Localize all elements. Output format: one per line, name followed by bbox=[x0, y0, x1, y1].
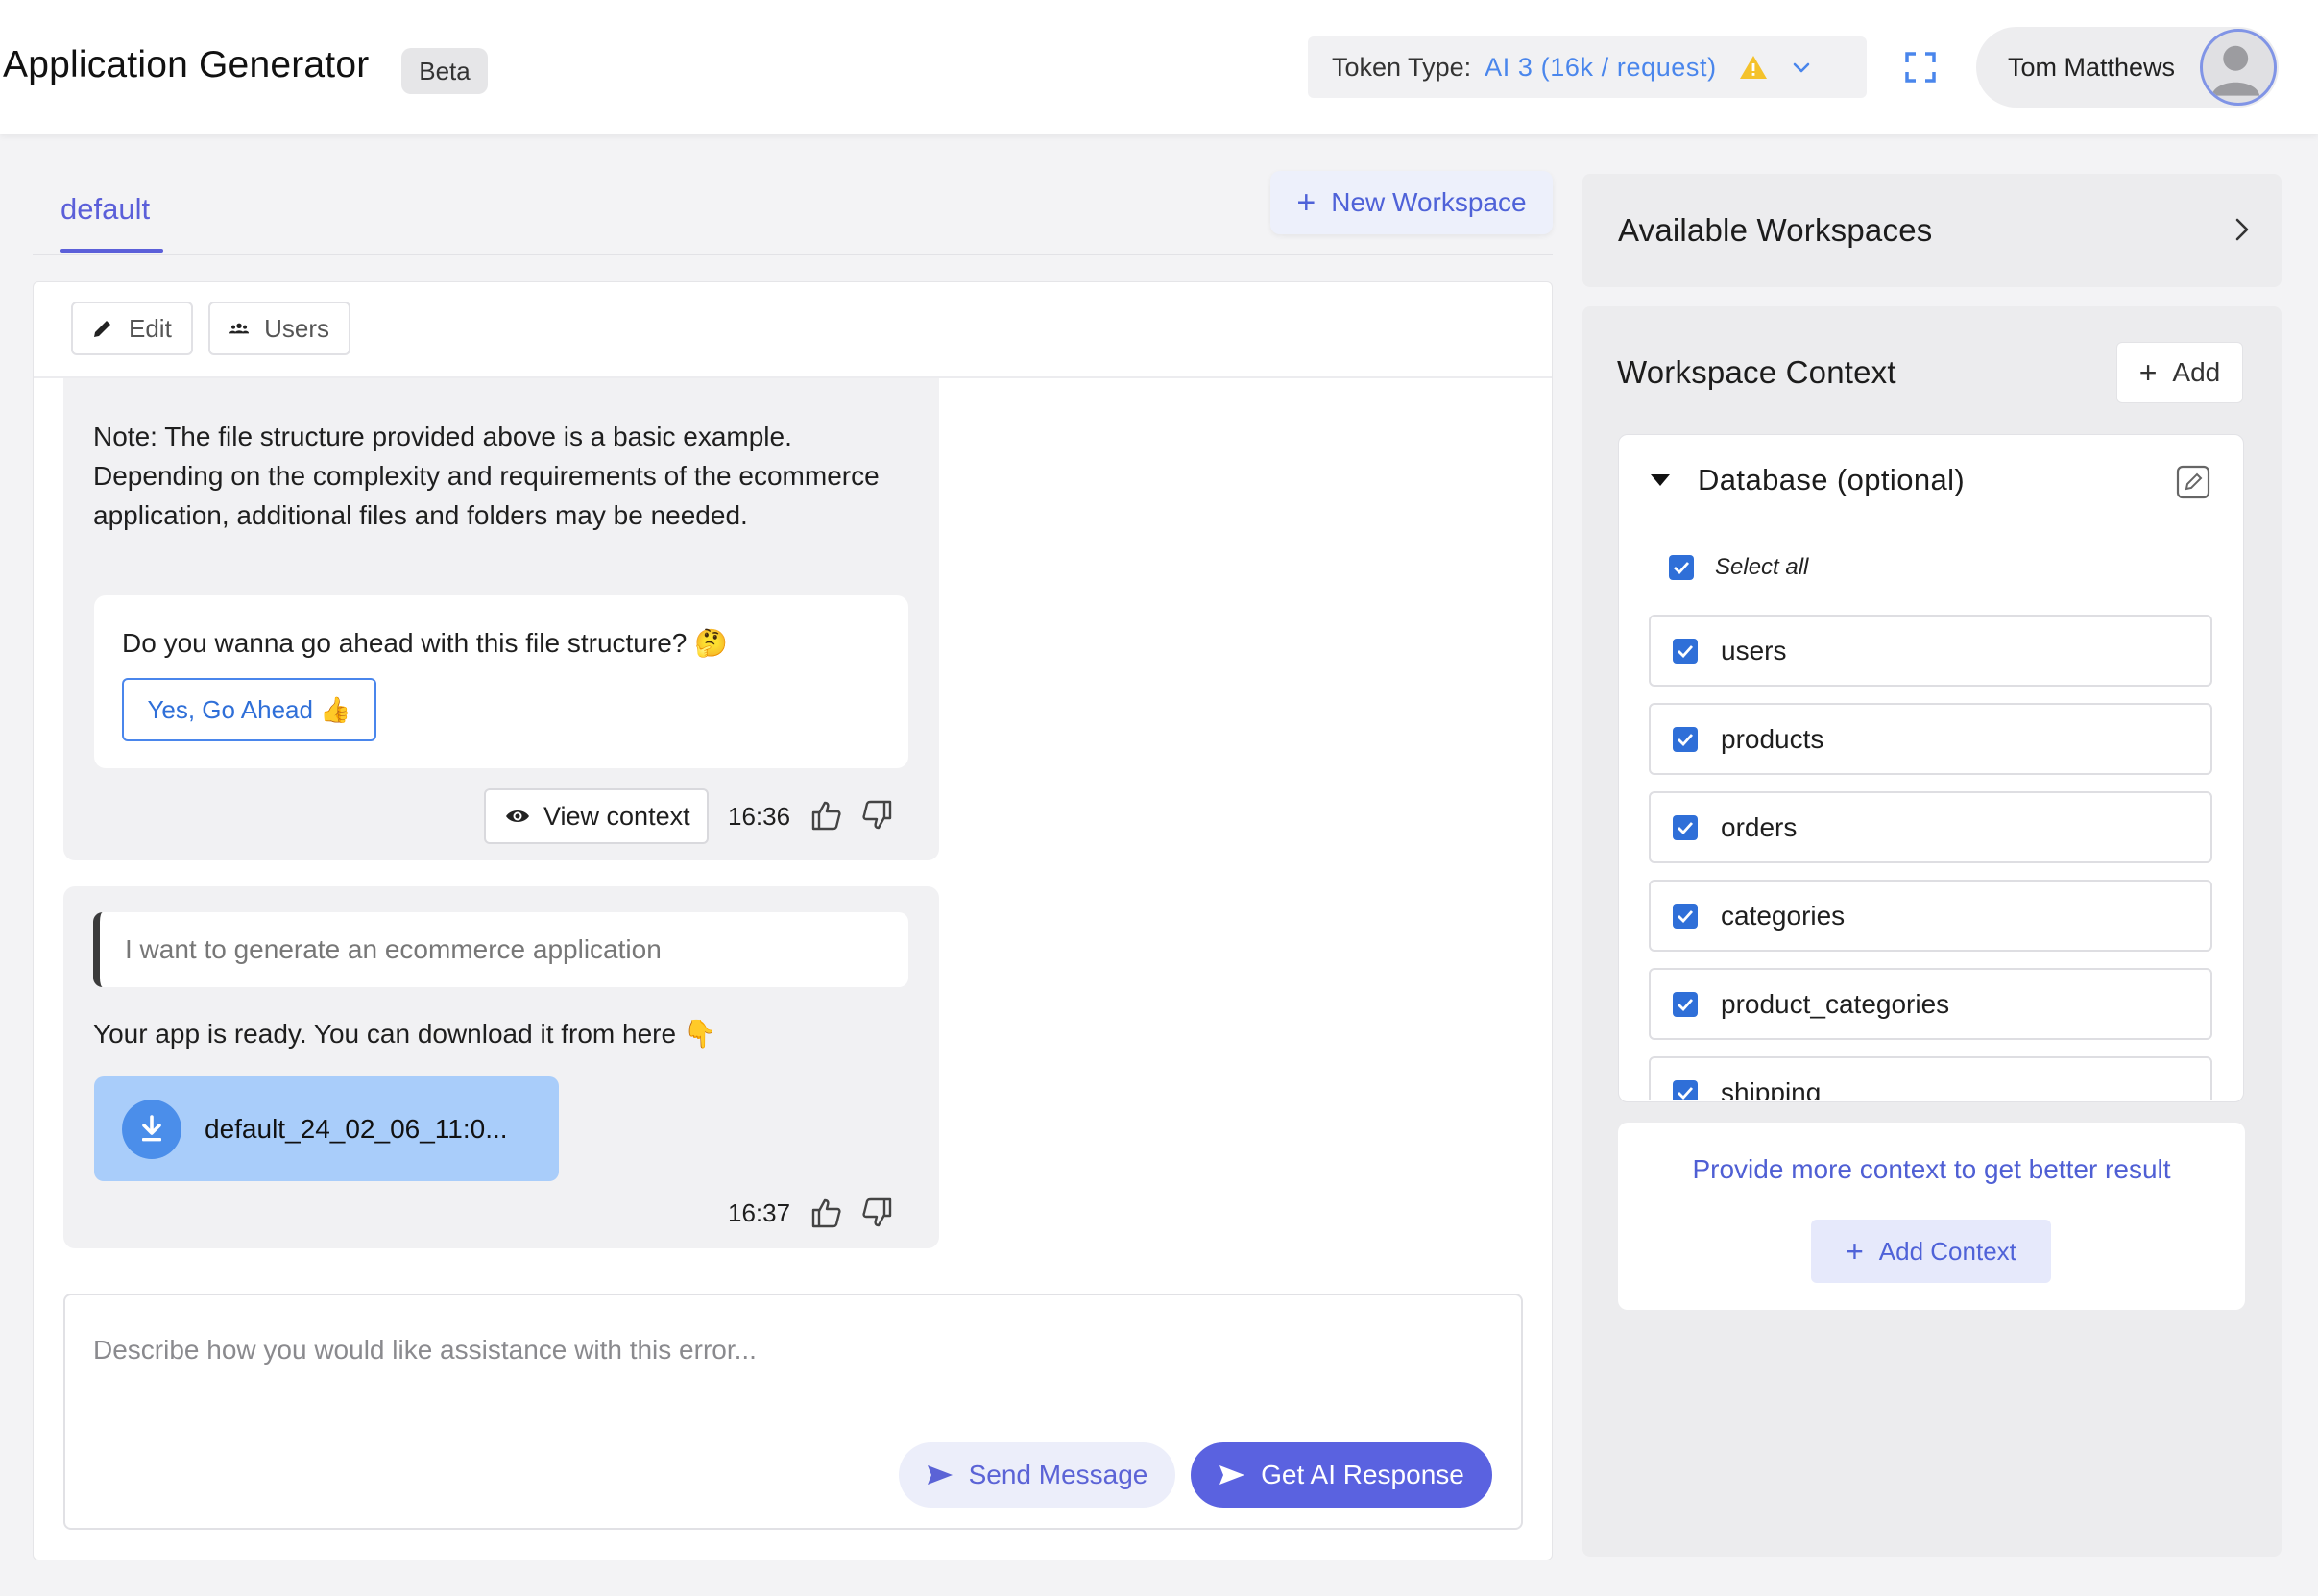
plus-icon: + bbox=[2138, 354, 2158, 390]
tab-default[interactable]: default bbox=[60, 192, 150, 227]
plus-icon: + bbox=[1846, 1233, 1864, 1269]
thumbs-down-icon[interactable] bbox=[860, 1197, 893, 1229]
chevron-right-icon bbox=[2235, 218, 2249, 241]
plus-icon: + bbox=[1296, 183, 1316, 221]
database-title: Database (optional) bbox=[1698, 463, 1966, 496]
thumbs-down-icon[interactable] bbox=[860, 799, 893, 832]
table-item-label: categories bbox=[1721, 900, 1846, 931]
send-message-button[interactable]: Send Message bbox=[899, 1442, 1175, 1508]
warning-icon bbox=[1739, 56, 1767, 79]
message-note: Note: The file structure provided above … bbox=[93, 422, 880, 530]
user-name: Tom Matthews bbox=[2008, 52, 2176, 82]
table-item-label: shipping bbox=[1721, 1076, 1822, 1101]
users-label: Users bbox=[264, 313, 329, 343]
edit-button[interactable]: Edit bbox=[71, 302, 193, 355]
token-type-selector[interactable]: Token Type: AI 3 (16k / request) bbox=[1308, 36, 1867, 98]
thumbs-up-icon[interactable] bbox=[810, 1197, 843, 1229]
fullscreen-icon[interactable] bbox=[1904, 51, 1937, 84]
send-icon bbox=[927, 1465, 953, 1485]
table-item-label: orders bbox=[1721, 811, 1798, 842]
view-context-button[interactable]: View context bbox=[484, 788, 709, 844]
new-workspace-label: New Workspace bbox=[1331, 187, 1527, 217]
add-context-label: Add Context bbox=[1878, 1236, 2016, 1266]
table-item-label: product_categories bbox=[1721, 988, 1950, 1019]
message-timestamp: 16:36 bbox=[728, 802, 791, 831]
send-icon bbox=[1219, 1465, 1245, 1485]
users-icon bbox=[229, 323, 250, 334]
add-label: Add bbox=[2172, 357, 2221, 387]
token-type-label: Token Type: bbox=[1332, 52, 1472, 82]
avatar-icon[interactable] bbox=[2200, 29, 2277, 106]
chevron-down-icon[interactable] bbox=[1790, 56, 1813, 79]
checkbox-icon[interactable] bbox=[1673, 814, 1698, 840]
eye-icon bbox=[506, 810, 529, 822]
select-all-label: Select all bbox=[1715, 554, 1809, 580]
checkbox-icon[interactable] bbox=[1673, 1079, 1698, 1100]
app-title: Application Generator bbox=[3, 44, 370, 85]
table-item-users[interactable]: users bbox=[1649, 615, 2212, 687]
user-menu[interactable]: Tom Matthews bbox=[1976, 27, 2279, 108]
token-type-value: AI 3 (16k / request) bbox=[1485, 52, 1717, 82]
download-icon bbox=[122, 1099, 181, 1159]
thumbs-up-icon[interactable] bbox=[810, 799, 843, 832]
users-button[interactable]: Users bbox=[208, 302, 350, 355]
message-reply: Your app is ready. You can download it f… bbox=[93, 1019, 717, 1049]
message-input[interactable] bbox=[93, 1321, 1495, 1379]
view-context-label: View context bbox=[543, 801, 690, 831]
active-tab-indicator bbox=[60, 249, 163, 253]
checkbox-icon[interactable] bbox=[1673, 638, 1698, 664]
table-item-products[interactable]: products bbox=[1649, 703, 2212, 775]
checkbox-icon[interactable] bbox=[1673, 991, 1698, 1017]
new-workspace-button[interactable]: + New Workspace bbox=[1270, 171, 1553, 234]
confirmation-question: Do you wanna go ahead with this file str… bbox=[122, 628, 728, 658]
table-item-label: products bbox=[1721, 723, 1824, 754]
send-message-label: Send Message bbox=[968, 1460, 1148, 1489]
table-item-label: users bbox=[1721, 635, 1787, 665]
table-item-orders[interactable]: orders bbox=[1649, 791, 2212, 863]
edit-label: Edit bbox=[129, 313, 172, 343]
add-context-button[interactable]: + Add Context bbox=[1811, 1220, 2051, 1283]
get-ai-response-button[interactable]: Get AI Response bbox=[1191, 1442, 1492, 1508]
add-context-source-button[interactable]: + Add bbox=[2116, 342, 2243, 403]
message-timestamp: 16:37 bbox=[728, 1198, 791, 1227]
edit-icon[interactable] bbox=[2176, 465, 2210, 499]
download-file-name: default_24_02_06_11:0... bbox=[205, 1113, 508, 1144]
table-item-product-categories[interactable]: product_categories bbox=[1649, 968, 2212, 1040]
table-item-shipping[interactable]: shipping bbox=[1649, 1056, 2212, 1100]
available-workspaces-toggle[interactable]: Available Workspaces bbox=[1582, 174, 2282, 287]
tab-divider bbox=[33, 254, 1553, 255]
quoted-user-prompt: I want to generate an ecommerce applicat… bbox=[93, 912, 908, 987]
download-file-card[interactable]: default_24_02_06_11:0... bbox=[94, 1076, 559, 1181]
context-hint: Provide more context to get better resul… bbox=[1692, 1154, 2171, 1184]
available-workspaces-title: Available Workspaces bbox=[1618, 212, 1933, 248]
table-item-categories[interactable]: categories bbox=[1649, 880, 2212, 952]
checkbox-icon[interactable] bbox=[1673, 726, 1698, 752]
table-list: users products orders categories product… bbox=[1649, 615, 2212, 1100]
select-all-checkbox[interactable] bbox=[1669, 555, 1694, 580]
pencil-icon bbox=[94, 321, 110, 337]
go-ahead-button[interactable]: Yes, Go Ahead 👍 bbox=[122, 678, 376, 741]
checkbox-icon[interactable] bbox=[1673, 903, 1698, 929]
beta-badge: Beta bbox=[401, 48, 488, 94]
get-ai-response-label: Get AI Response bbox=[1261, 1460, 1464, 1489]
caret-down-icon[interactable] bbox=[1650, 473, 1671, 487]
workspace-context-title: Workspace Context bbox=[1617, 354, 1896, 390]
